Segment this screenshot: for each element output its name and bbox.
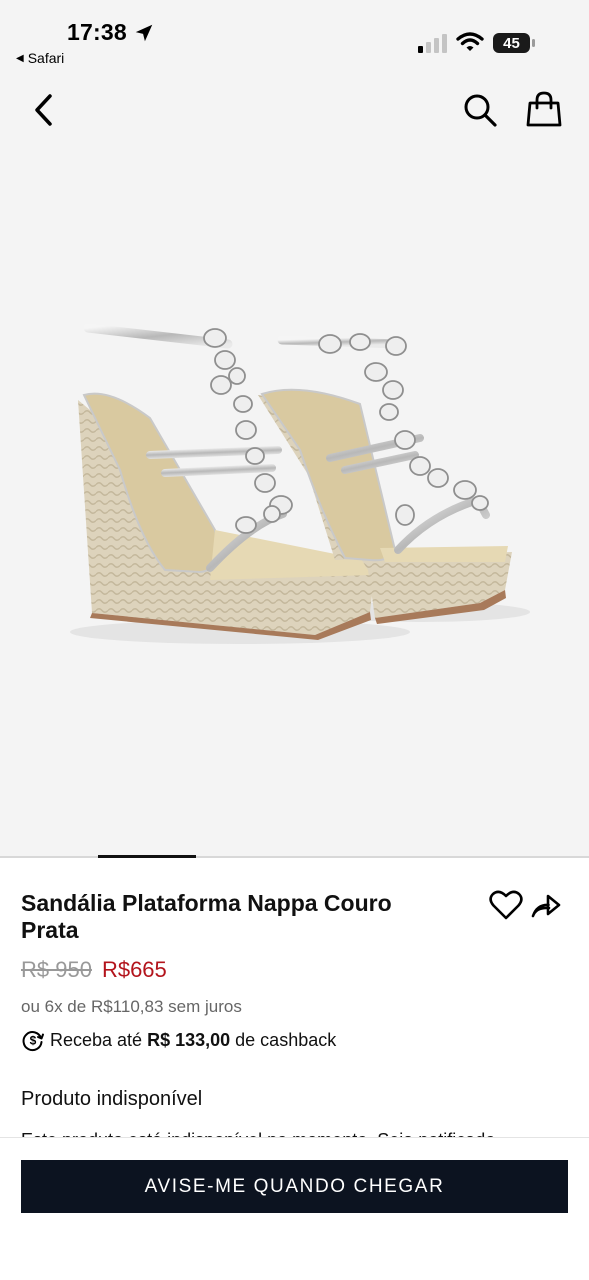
battery-icon: 45	[493, 33, 535, 53]
location-arrow-icon	[135, 24, 153, 42]
old-price: R$ 950	[21, 957, 92, 982]
share-icon[interactable]	[529, 889, 563, 921]
cashback-amount: R$ 133,00	[147, 1029, 231, 1050]
back-to-safari[interactable]: ◀ Safari	[16, 50, 64, 66]
back-app-label: Safari	[27, 50, 65, 66]
battery-level: 45	[503, 35, 520, 52]
price-row: R$ 950 R$665	[21, 957, 167, 983]
unavailable-heading: Produto indisponível	[21, 1088, 203, 1110]
current-price: R$665	[101, 957, 167, 982]
shopping-bag-icon[interactable]	[524, 90, 564, 130]
signal-icon	[418, 34, 447, 53]
cashback-icon: $	[22, 1031, 44, 1052]
svg-text:$: $	[30, 1034, 37, 1048]
carousel-active-indicator[interactable]	[98, 855, 196, 858]
chevron-left-icon[interactable]	[28, 90, 62, 130]
installments-info: ou 6x de R$110,83 sem juros	[21, 997, 242, 1016]
status-time: 17:38	[67, 19, 127, 45]
product-photo[interactable]	[0, 300, 589, 660]
cashback-suffix: de cashback	[235, 1029, 337, 1050]
wifi-icon	[456, 32, 484, 51]
cashback-prefix: Receba até	[50, 1029, 143, 1050]
notify-me-button[interactable]: AVISE-ME QUANDO CHEGAR	[21, 1160, 568, 1213]
product-title: Sandália Plataforma Nappa Couro Prata	[21, 890, 392, 943]
carousel-track	[0, 856, 589, 858]
cashback-info: $ Receba até R$ 133,00 de cashback	[21, 1028, 336, 1052]
heart-icon[interactable]	[489, 889, 523, 921]
back-triangle-icon: ◀	[16, 52, 24, 64]
search-icon[interactable]	[460, 90, 500, 130]
